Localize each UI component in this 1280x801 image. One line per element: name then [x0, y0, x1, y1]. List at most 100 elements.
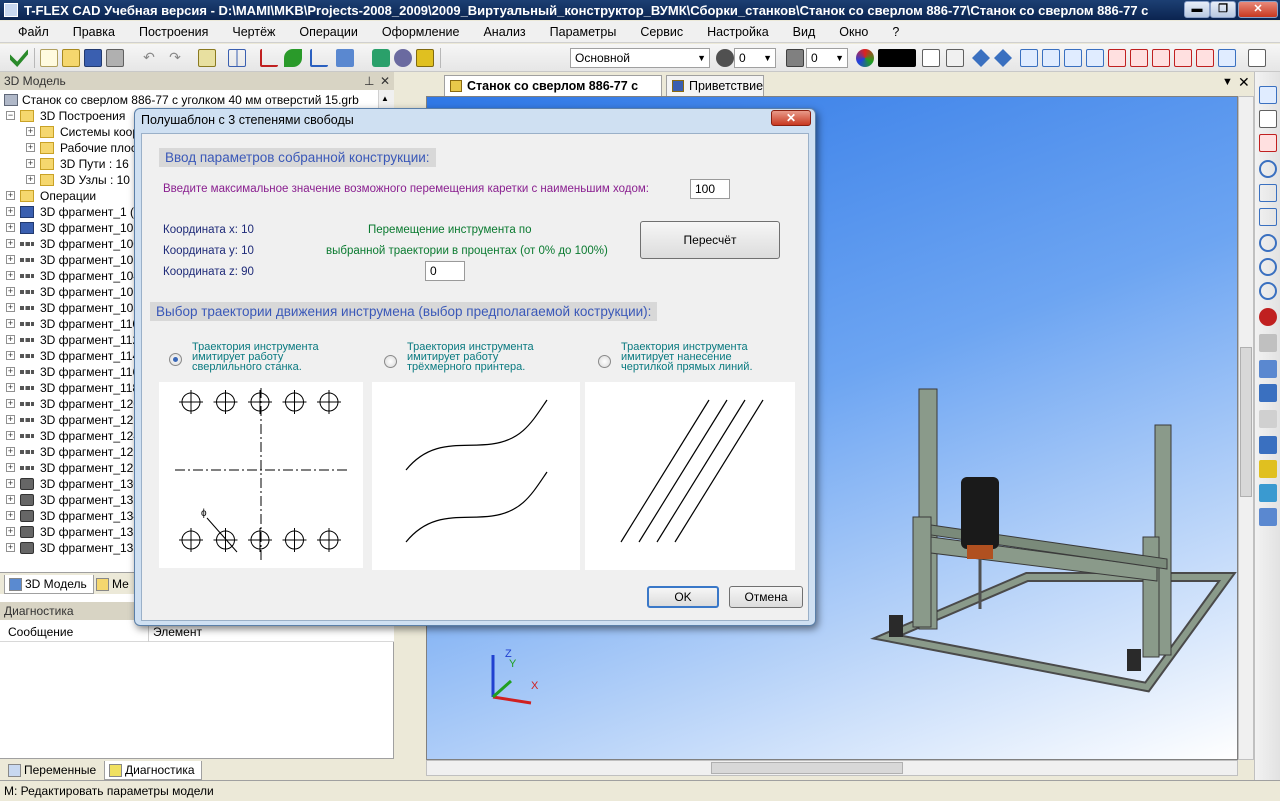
menu-operations[interactable]: Операции — [287, 21, 369, 43]
viewport-vscrollbar[interactable] — [1238, 96, 1254, 760]
filter-icon[interactable] — [922, 49, 940, 67]
color-swatch[interactable] — [878, 49, 916, 67]
cube-view-2-icon[interactable] — [1259, 384, 1277, 402]
menu-edit[interactable]: Правка — [61, 21, 127, 43]
maximize-button[interactable]: ❐ — [1210, 1, 1236, 18]
menu-analysis[interactable]: Анализ — [471, 21, 537, 43]
close-button[interactable]: ✕ — [1238, 1, 1278, 18]
grid-icon[interactable] — [228, 49, 246, 67]
priority-select[interactable]: 0 ▼ — [806, 48, 848, 68]
view-icon[interactable] — [416, 49, 434, 67]
expand-icon[interactable]: + — [6, 303, 15, 312]
expand-icon[interactable]: + — [6, 207, 15, 216]
hscroll-thumb[interactable] — [711, 762, 903, 774]
display-icon[interactable] — [1259, 508, 1277, 526]
color-palette-icon[interactable] — [856, 49, 874, 67]
save-icon[interactable] — [84, 49, 102, 67]
redo-icon[interactable]: ↷ — [166, 49, 184, 67]
option-printer-radio[interactable] — [384, 355, 397, 368]
max-move-input[interactable]: 100 — [690, 179, 730, 199]
expand-icon[interactable]: + — [6, 239, 15, 248]
snap-2-icon[interactable] — [1042, 49, 1060, 67]
snap-3-icon[interactable] — [1064, 49, 1082, 67]
new-file-icon[interactable] — [40, 49, 58, 67]
spline-tool-icon[interactable] — [284, 49, 302, 67]
menu-view[interactable]: Вид — [781, 21, 828, 43]
column-message[interactable]: Сообщение — [8, 622, 73, 642]
copy-view-icon[interactable] — [1259, 334, 1277, 352]
pin-icon[interactable]: ⊥ — [364, 72, 374, 90]
snap-1-icon[interactable] — [1020, 49, 1038, 67]
expand-icon[interactable]: + — [26, 159, 35, 168]
zoom-in-icon[interactable] — [1259, 160, 1277, 178]
redraw-icon[interactable] — [1259, 308, 1277, 326]
menu-drawing[interactable]: Чертёж — [220, 21, 287, 43]
snap-10-icon[interactable] — [1218, 49, 1236, 67]
expand-icon[interactable]: + — [6, 287, 15, 296]
snap-4-icon[interactable] — [1086, 49, 1104, 67]
snap-5-icon[interactable] — [1108, 49, 1126, 67]
zoom-out-icon[interactable] — [1259, 234, 1277, 252]
expand-icon[interactable]: + — [6, 511, 15, 520]
section-icon[interactable] — [1259, 410, 1277, 428]
undo-icon[interactable]: ↶ — [140, 49, 158, 67]
zoom-previous-icon[interactable] — [1259, 258, 1277, 276]
layer-select[interactable]: Основной ▼ — [570, 48, 710, 68]
measure-icon[interactable] — [394, 49, 412, 67]
expand-icon[interactable]: + — [6, 271, 15, 280]
print-icon[interactable] — [106, 49, 124, 67]
tab-document[interactable]: Станок со сверлом 886-77 с уго... — [444, 75, 662, 113]
shaded-icon[interactable] — [1259, 460, 1277, 478]
node-tool-icon[interactable] — [336, 49, 354, 67]
option-drill-label[interactable]: Траектория инструмента имитирует работу … — [192, 342, 319, 373]
vscroll-thumb[interactable] — [1240, 347, 1252, 497]
tab-menu[interactable]: Ме — [92, 575, 135, 594]
snap-mode-icon[interactable] — [994, 49, 1012, 67]
recalc-button[interactable]: Пересчёт — [640, 221, 780, 259]
menu-parameters[interactable]: Параметры — [538, 21, 629, 43]
coordinate-system-icon[interactable] — [310, 49, 328, 67]
expand-icon[interactable]: + — [26, 143, 35, 152]
dropdown-options-icon[interactable] — [946, 49, 964, 67]
expand-icon[interactable]: + — [26, 175, 35, 184]
expand-icon[interactable]: + — [6, 351, 15, 360]
scroll-up-icon[interactable]: ▲ — [381, 94, 389, 103]
expand-icon[interactable]: + — [26, 127, 35, 136]
snap-settings-icon[interactable] — [972, 49, 990, 67]
open-folder-icon[interactable] — [62, 49, 80, 67]
iso-view-icon[interactable] — [1259, 436, 1277, 454]
3d-operation-icon[interactable] — [372, 49, 390, 67]
option-plotter-radio[interactable] — [598, 355, 611, 368]
tab-welcome[interactable]: Приветствие — [666, 75, 764, 96]
expand-icon[interactable]: + — [6, 415, 15, 424]
view-select-icon[interactable] — [1259, 110, 1277, 128]
menu-file[interactable]: Файл — [6, 21, 61, 43]
tab-diagnostics[interactable]: Диагностика — [104, 761, 202, 780]
minimize-button[interactable]: ▬ — [1184, 1, 1210, 18]
collapse-icon[interactable]: − — [6, 111, 15, 120]
ok-button[interactable]: OK — [647, 586, 719, 608]
expand-icon[interactable]: + — [6, 479, 15, 488]
expand-icon[interactable]: + — [6, 335, 15, 344]
tab-variables[interactable]: Переменные — [4, 761, 102, 780]
tabs-dropdown-icon[interactable]: ▼ — [1222, 76, 1233, 88]
snap-9-icon[interactable] — [1196, 49, 1214, 67]
close-document-icon[interactable]: ✕ — [1238, 74, 1250, 91]
expand-icon[interactable]: + — [6, 191, 15, 200]
move-percent-input[interactable]: 0 — [425, 261, 465, 281]
zoom-window-icon[interactable] — [1259, 184, 1277, 202]
menu-construct[interactable]: Построения — [127, 21, 220, 43]
menu-help[interactable]: ? — [880, 21, 911, 43]
tab-3d-model[interactable]: 3D Модель — [4, 575, 94, 594]
expand-icon[interactable]: + — [6, 431, 15, 440]
expand-icon[interactable]: + — [6, 367, 15, 376]
close-panel-icon[interactable]: ✕ — [380, 72, 390, 90]
level-select[interactable]: 0 ▼ — [734, 48, 776, 68]
cancel-button[interactable]: Отмена — [729, 586, 803, 608]
cube-view-icon[interactable] — [1259, 360, 1277, 378]
zoom-all-icon[interactable] — [1259, 282, 1277, 300]
confirm-icon[interactable] — [10, 49, 28, 67]
snap-8-icon[interactable] — [1174, 49, 1192, 67]
line-tool-icon[interactable] — [260, 49, 278, 67]
expand-icon[interactable]: + — [6, 399, 15, 408]
